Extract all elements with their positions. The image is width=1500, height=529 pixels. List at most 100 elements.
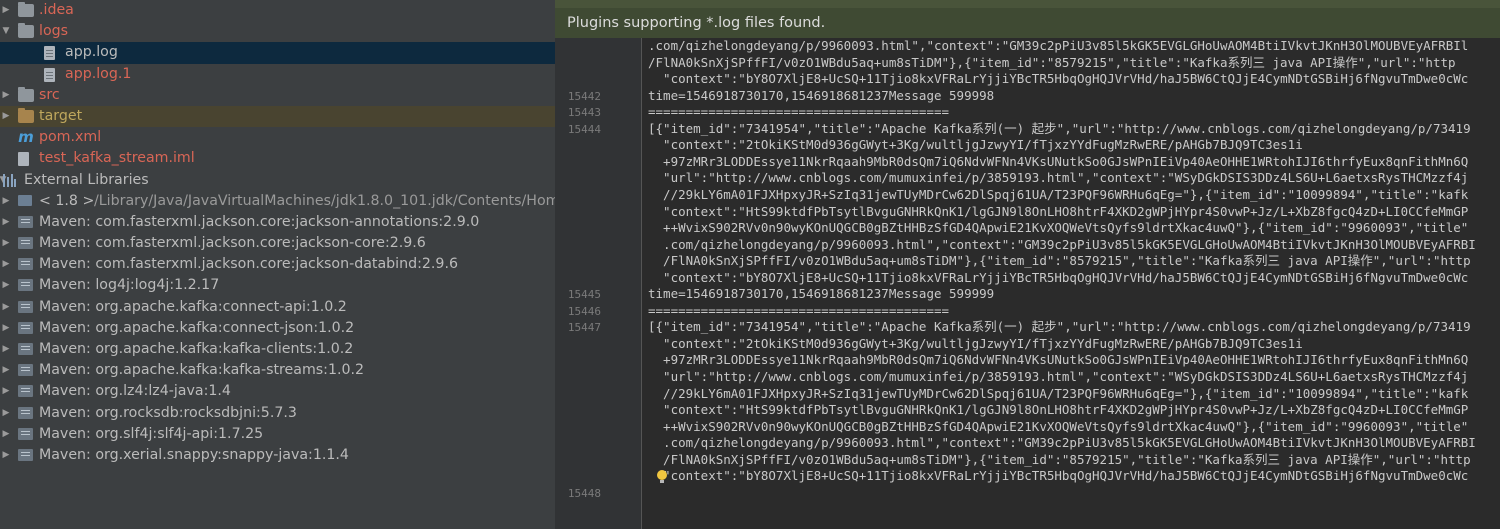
- tree-item-label: Maven: org.lz4:lz4-java:1.4: [39, 383, 231, 400]
- file-icon: [44, 67, 55, 82]
- tree-item[interactable]: test_kafka_stream.iml: [0, 148, 555, 169]
- tree-item[interactable]: ▶ Maven: com.fasterxml.jackson.core:jacks…: [0, 254, 555, 275]
- tree-item[interactable]: ▶ Maven: com.fasterxml.jackson.core:jacks…: [0, 212, 555, 233]
- line-number: 15445: [567, 288, 601, 302]
- code-line: "context":"2tOkiKStM0d936gGWyt+3Kg/wultl…: [648, 335, 1303, 351]
- tree-item-label: .idea: [39, 2, 74, 18]
- line-number-gutter: 15442 15443 15444 15445 15446 15447 15448: [555, 38, 642, 529]
- chevron-right-icon[interactable]: ▶: [0, 445, 12, 466]
- folder-icon: [18, 23, 34, 39]
- chevron-right-icon[interactable]: ▶: [0, 106, 12, 127]
- tree-item-label: Maven: log4j:log4j:1.2.17: [39, 277, 220, 294]
- tree-item-label: logs: [39, 23, 69, 40]
- chevron-right-icon[interactable]: ▶: [0, 275, 12, 296]
- maven-icon: m: [18, 128, 34, 147]
- chevron-right-icon[interactable]: ▶: [0, 424, 12, 445]
- code-line: .com/qizhelongdeyang/p/9960093.html","co…: [648, 435, 1476, 451]
- chevron-right-icon[interactable]: ▶: [0, 297, 12, 318]
- chevron-right-icon[interactable]: ▶: [0, 233, 12, 254]
- jar-icon: [18, 427, 33, 440]
- plugin-notification-bar[interactable]: Plugins supporting *.log files found.: [555, 8, 1500, 38]
- tree-item[interactable]: ▶ Maven: org.lz4:lz4-java:1.4: [0, 381, 555, 402]
- code-line: "context":"HtS99ktdfPbTsytlBvguGNHRkQnK1…: [648, 203, 1469, 219]
- code-line: /FlNA0kSnXjSPffFI/v0zO1WBdu5aq+um8sTiDM"…: [648, 451, 1471, 467]
- folder-icon: [18, 2, 34, 17]
- tree-item-label: Maven: com.fasterxml.jackson.core:jackso…: [39, 256, 458, 273]
- jar-icon: [18, 364, 33, 377]
- code-line: "context":"bY8O7XljE8+UcSQ+11Tjio8kxVFRa…: [648, 468, 1469, 484]
- jar-icon: [18, 279, 33, 292]
- tree-item[interactable]: ▶ Maven: org.slf4j:slf4j-api:1.7.25: [0, 424, 555, 445]
- code-line: "context":"bY8O7XljE8+UcSQ+11Tjio8kxVFRa…: [648, 269, 1469, 285]
- tree-item[interactable]: m pom.xml: [0, 127, 555, 148]
- line-number: 15448: [567, 486, 601, 500]
- code-line: ========================================: [648, 104, 950, 120]
- tree-item-label: < 1.8 >: [39, 192, 95, 209]
- tree-item[interactable]: app.log: [0, 42, 555, 64]
- tree-item[interactable]: ▶ Maven: org.apache.kafka:connect-api:1.0…: [0, 297, 555, 318]
- tree-item-label: test_kafka_stream.iml: [39, 150, 195, 167]
- tree-item[interactable]: ▶ < 1.8 >/Library/Java/JavaVirtualMachine…: [0, 191, 555, 212]
- code-line: //29kLY6mA01FJXHpxyJR+SzIq31jewTUyMDrCw6…: [648, 385, 1469, 401]
- editor-panel: Plugins supporting *.log files found. 15…: [555, 0, 1500, 529]
- tree-item[interactable]: app.log.1: [0, 64, 555, 85]
- tree-item[interactable]: ▶ Maven: com.fasterxml.jackson.core:jacks…: [0, 233, 555, 254]
- chevron-right-icon[interactable]: ▶: [0, 318, 12, 339]
- tree-item[interactable]: ▶ Maven: org.xerial.snappy:snappy-java:1.…: [0, 445, 555, 466]
- code-line: [{"item_id":"7341954","title":"Apache Ka…: [648, 319, 1471, 335]
- tree-item-label: Maven: org.apache.kafka:kafka-streams:1.…: [39, 362, 365, 379]
- tree-item-label: app.log.1: [65, 65, 132, 82]
- code-line: +97zMRr3LODDEssye11NkrRqaah9MbR0dsQm7iQ6…: [648, 153, 1469, 169]
- chevron-right-icon[interactable]: ▶: [0, 339, 12, 360]
- tree-item[interactable]: ▶ target: [0, 105, 555, 128]
- code-line: "context":"bY8O7XljE8+UcSQ+11Tjio8kxVFRa…: [648, 71, 1469, 87]
- code-line: .com/qizhelongdeyang/p/9960093.html","co…: [648, 236, 1476, 252]
- jar-icon: [18, 300, 33, 313]
- jar-icon: [18, 385, 33, 398]
- code-line: //29kLY6mA01FJXHpxyJR+SzIq31jewTUyMDrCw6…: [648, 186, 1469, 202]
- line-number: 15446: [567, 304, 601, 318]
- code-line: ++WvixS902RVv0n90wyKOnUQGCB0gBZtHHBzSfGD…: [648, 418, 1469, 434]
- tree-item-label: Maven: com.fasterxml.jackson.core:jackso…: [39, 213, 480, 230]
- chevron-right-icon[interactable]: ▶: [0, 360, 12, 381]
- chevron-down-icon[interactable]: ▼: [0, 21, 12, 42]
- chevron-right-icon[interactable]: ▶: [0, 381, 12, 402]
- chevron-right-icon[interactable]: ▶: [0, 212, 12, 233]
- code-line: "context":"HtS99ktdfPbTsytlBvguGNHRkQnK1…: [648, 402, 1469, 418]
- lightbulb-icon[interactable]: [656, 470, 668, 484]
- tree-item-label: Maven: com.fasterxml.jackson.core:jackso…: [39, 235, 426, 252]
- tree-item[interactable]: ▶ Maven: org.rocksdb:rocksdbjni:5.7.3: [0, 403, 555, 424]
- code-line: [{"item_id":"7341954","title":"Apache Ka…: [648, 120, 1471, 136]
- tree-item-label: Maven: org.apache.kafka:kafka-clients:1.…: [39, 341, 354, 357]
- folder-icon: [18, 86, 34, 102]
- chevron-right-icon[interactable]: ▶: [0, 0, 12, 21]
- tree-item[interactable]: ▶ Maven: log4j:log4j:1.2.17: [0, 275, 555, 296]
- library-icon: [3, 173, 17, 187]
- chevron-right-icon[interactable]: ▶: [0, 85, 12, 106]
- tree-item[interactable]: ▼External Libraries: [0, 170, 555, 191]
- tree-item[interactable]: ▶ Maven: org.apache.kafka:kafka-streams:1…: [0, 360, 555, 381]
- code-line: "url":"http://www.cnblogs.com/mumuxinfei…: [648, 170, 1469, 186]
- code-area[interactable]: .com/qizhelongdeyang/p/9960093.html","co…: [643, 38, 1500, 529]
- tree-item-label: External Libraries: [24, 171, 149, 188]
- jar-icon: [18, 343, 33, 355]
- code-line: /FlNA0kSnXjSPffFI/v0zO1WBdu5aq+um8sTiDM"…: [648, 54, 1456, 70]
- jdk-path: /Library/Java/JavaVirtualMachines/jdk1.8…: [94, 192, 555, 209]
- jar-icon: [18, 406, 33, 419]
- code-line: ========================================: [648, 302, 950, 318]
- chevron-right-icon[interactable]: ▶: [0, 191, 12, 212]
- tree-item[interactable]: ▶ Maven: org.apache.kafka:kafka-clients:1…: [0, 339, 555, 360]
- tree-item[interactable]: ▶ Maven: org.apache.kafka:connect-json:1.…: [0, 318, 555, 339]
- chevron-right-icon[interactable]: ▶: [0, 254, 12, 275]
- jdk-icon: [18, 194, 32, 206]
- tree-item[interactable]: ▼ logs: [0, 21, 555, 42]
- project-tree: ▶ .idea ▼ logs app.log app.log.1 ▶ src ▶ target m p…: [0, 0, 555, 466]
- code-line: "url":"http://www.cnblogs.com/mumuxinfei…: [648, 369, 1469, 384]
- tree-item[interactable]: ▶ src: [0, 85, 555, 106]
- jar-icon: [18, 258, 33, 271]
- chevron-right-icon[interactable]: ▶: [0, 403, 12, 424]
- tree-item[interactable]: ▶ .idea: [0, 0, 555, 21]
- jar-icon: [18, 237, 33, 250]
- code-line: /FlNA0kSnXjSPffFI/v0zO1WBdu5aq+um8sTiDM"…: [648, 253, 1471, 269]
- editor-tab-strip: [555, 0, 1500, 8]
